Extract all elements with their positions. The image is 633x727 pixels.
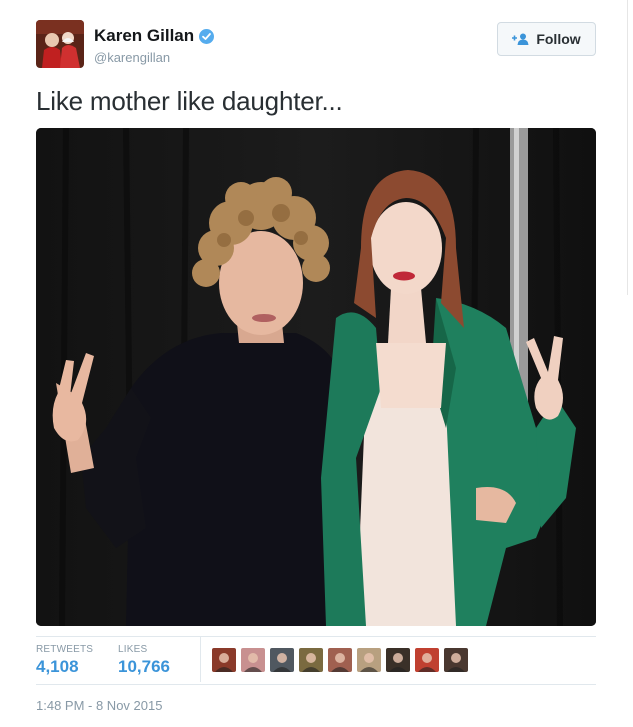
liker-avatar[interactable]: [241, 648, 265, 672]
scrollbar[interactable]: [627, 0, 633, 295]
liker-avatar[interactable]: [415, 648, 439, 672]
display-name[interactable]: Karen Gillan: [94, 26, 194, 46]
retweets-label: RETWEETS: [36, 644, 94, 655]
likes-count[interactable]: 10,766: [118, 657, 170, 677]
avatar[interactable]: [36, 20, 84, 68]
tweet-timestamp[interactable]: 1:48 PM - 8 Nov 2015: [36, 698, 162, 713]
user-handle[interactable]: @karengillan: [94, 50, 170, 65]
liker-avatar[interactable]: [328, 648, 352, 672]
tweet-text: Like mother like daughter...: [36, 86, 343, 116]
divider: [36, 684, 596, 685]
verified-badge-icon: [199, 28, 215, 44]
add-person-icon: [512, 33, 530, 45]
liker-avatar[interactable]: [212, 648, 236, 672]
divider: [36, 636, 596, 637]
stats-separator: [200, 636, 201, 682]
follow-button-label: Follow: [536, 31, 581, 47]
liker-avatar[interactable]: [444, 648, 468, 672]
liker-avatar[interactable]: [386, 648, 410, 672]
follow-button[interactable]: Follow: [497, 22, 596, 56]
liker-avatars: [212, 648, 468, 672]
retweets-count[interactable]: 4,108: [36, 657, 79, 677]
liker-avatar[interactable]: [270, 648, 294, 672]
liker-avatar[interactable]: [357, 648, 381, 672]
likes-label: LIKES: [118, 644, 148, 655]
liker-avatar[interactable]: [299, 648, 323, 672]
user-name-row: Karen Gillan: [94, 26, 215, 46]
tweet-photo[interactable]: [36, 128, 596, 626]
tweet-card: Karen Gillan @karengillan Follow Like mo…: [0, 0, 633, 727]
